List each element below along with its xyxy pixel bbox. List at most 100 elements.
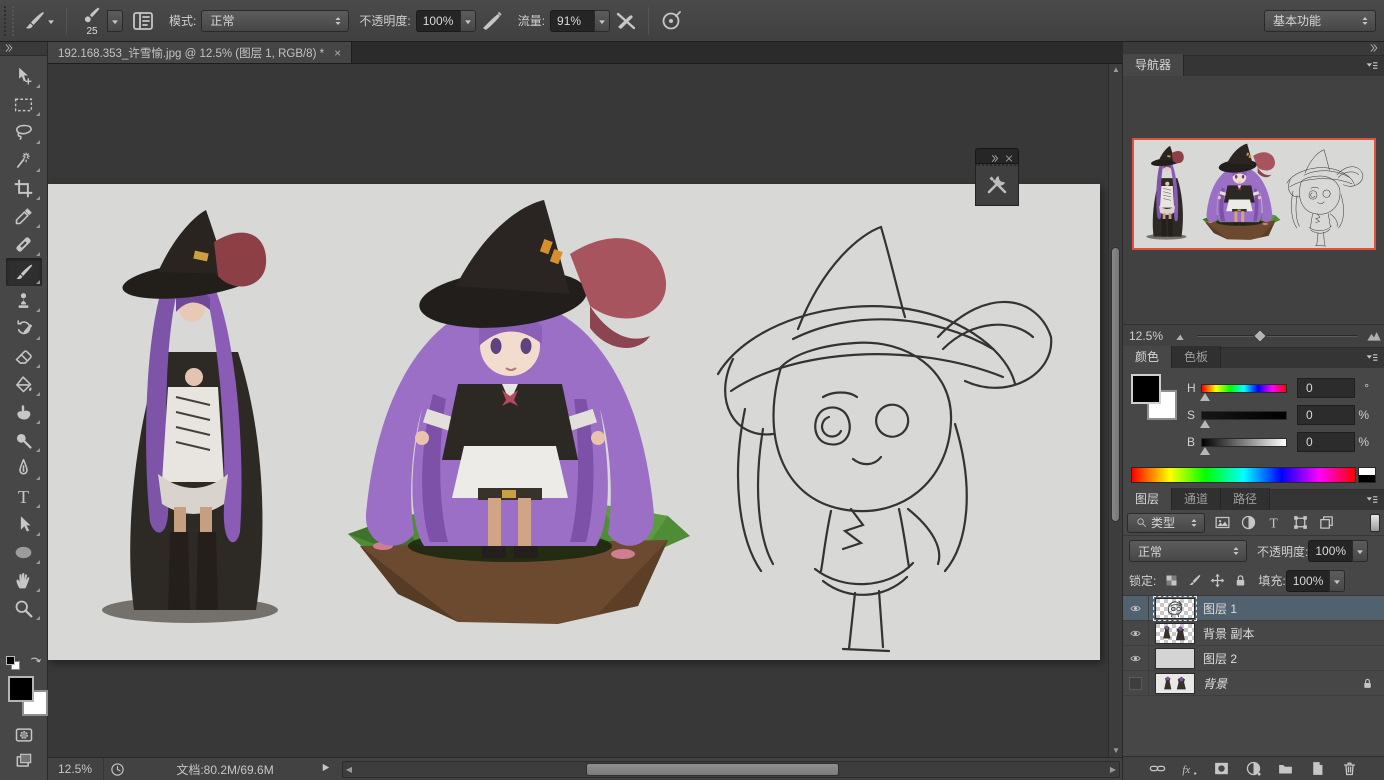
collapse-panel-icon[interactable] <box>990 152 1000 162</box>
layer-name[interactable]: 背景 <box>1203 675 1227 692</box>
layer-name[interactable]: 图层 2 <box>1203 650 1237 667</box>
layer-opacity-dropdown[interactable] <box>1352 540 1369 562</box>
toggle-brush-panel-button[interactable] <box>131 9 155 33</box>
layer-filter-kind-select[interactable]: 类型 <box>1127 512 1205 533</box>
spectrum-bw-swatches[interactable] <box>1358 467 1376 483</box>
type-tool[interactable]: T <box>6 482 42 510</box>
brush-tool[interactable] <box>5 258 42 286</box>
layer-opacity-value[interactable]: 100% <box>1308 540 1353 562</box>
paint-bucket-tool[interactable] <box>6 370 42 398</box>
scroll-left-arrow[interactable]: ◀ <box>343 762 355 777</box>
opacity-control[interactable]: 100% <box>415 9 476 32</box>
filter-smart-objects-icon[interactable] <box>1318 514 1335 531</box>
lock-all-icon[interactable] <box>1233 573 1248 588</box>
lock-position-icon[interactable] <box>1210 573 1225 588</box>
filter-shape-layers-icon[interactable] <box>1292 514 1309 531</box>
saturation-slider[interactable] <box>1200 410 1287 428</box>
eraser-tool[interactable] <box>6 342 42 370</box>
blend-mode-select[interactable]: 正常 <box>201 9 350 32</box>
move-tool[interactable] <box>6 62 42 90</box>
workspace-switcher[interactable]: 基本功能 <box>1264 9 1376 32</box>
brightness-slider[interactable] <box>1200 437 1287 455</box>
flow-dropdown-button[interactable] <box>594 9 611 32</box>
hand-tool[interactable] <box>6 566 42 594</box>
path-selection-tool[interactable] <box>6 510 42 538</box>
slider-thumb[interactable] <box>1200 419 1210 428</box>
layer-blend-mode-select[interactable]: 正常 <box>1129 540 1247 562</box>
filter-pixel-layers-icon[interactable] <box>1214 514 1231 531</box>
status-menu-button[interactable] <box>320 762 340 776</box>
scroll-right-arrow[interactable]: ▶ <box>1107 762 1119 777</box>
clone-stamp-tool[interactable] <box>6 286 42 314</box>
brightness-value-field[interactable]: 0 <box>1297 432 1355 452</box>
history-brush-tool[interactable] <box>6 314 42 342</box>
toolbar-collapse-button[interactable] <box>0 42 47 56</box>
flow-value[interactable]: 91% <box>550 9 595 32</box>
layer-fill-dropdown[interactable] <box>1329 569 1346 592</box>
quick-mask-button[interactable] <box>9 724 39 748</box>
default-foreground-swatch[interactable] <box>6 656 15 665</box>
navigator-zoom-slider[interactable] <box>1197 328 1358 344</box>
layer-row[interactable]: 图层 2 <box>1123 646 1384 671</box>
zoom-tool[interactable] <box>6 594 42 622</box>
layer-row[interactable]: 背景 <box>1123 671 1384 696</box>
panel-menu-icon[interactable] <box>1364 59 1380 72</box>
visibility-eye-icon[interactable] <box>1123 621 1149 645</box>
horizontal-scroll-thumb[interactable] <box>586 762 839 776</box>
status-zoom-field[interactable]: 12.5% <box>48 758 104 780</box>
color-spectrum-ramp[interactable] <box>1131 467 1356 483</box>
close-tab-icon[interactable]: × <box>334 46 341 60</box>
layer-thumbnail[interactable] <box>1153 595 1197 621</box>
layer-fill-control[interactable]: 100% <box>1285 569 1346 592</box>
airbrush-toggle[interactable] <box>614 9 638 33</box>
panel-menu-icon[interactable] <box>1364 351 1380 364</box>
new-layer-button[interactable] <box>1308 760 1327 777</box>
add-layer-mask-button[interactable] <box>1212 760 1231 777</box>
horizontal-scrollbar[interactable]: ◀ ▶ <box>342 760 1120 778</box>
tab-navigator[interactable]: 导航器 <box>1123 54 1185 76</box>
foreground-color-swatch[interactable] <box>1131 374 1161 404</box>
saturation-value-field[interactable]: 0 <box>1297 405 1355 425</box>
opacity-value[interactable]: 100% <box>415 9 460 32</box>
vertical-scrollbar[interactable]: ▲ ▼ <box>1108 64 1122 757</box>
smudge-tool[interactable] <box>6 398 42 426</box>
tablet-opacity-toggle[interactable] <box>480 9 504 33</box>
link-layers-button[interactable] <box>1148 760 1167 777</box>
rectangular-marquee-tool[interactable] <box>6 90 42 118</box>
vertical-scroll-thumb[interactable] <box>1111 247 1120 522</box>
tab-layers[interactable]: 图层 <box>1123 488 1173 510</box>
delete-layer-button[interactable] <box>1340 760 1359 777</box>
swap-colors-icon[interactable] <box>28 656 42 670</box>
pressure-size-toggle[interactable] <box>659 9 683 33</box>
layer-style-button[interactable]: fx <box>1180 760 1199 777</box>
lasso-tool[interactable] <box>6 118 42 146</box>
tab-color[interactable]: 颜色 <box>1123 346 1173 368</box>
visibility-toggle-empty[interactable] <box>1123 671 1149 695</box>
panel-menu-icon[interactable] <box>1364 493 1380 506</box>
layer-name[interactable]: 图层 1 <box>1203 600 1237 617</box>
layer-thumbnail[interactable] <box>1155 672 1195 694</box>
lock-image-pixels-icon[interactable] <box>1187 573 1202 588</box>
layer-filtering-toggle[interactable] <box>1370 513 1380 532</box>
scroll-up-arrow[interactable]: ▲ <box>1109 64 1122 76</box>
tab-channels[interactable]: 通道 <box>1172 488 1222 510</box>
tab-paths[interactable]: 路径 <box>1221 488 1271 510</box>
spot-healing-brush-tool[interactable] <box>6 230 42 258</box>
new-group-button[interactable] <box>1276 760 1295 777</box>
slider-thumb[interactable] <box>1200 446 1210 455</box>
default-colors-control[interactable] <box>6 656 48 674</box>
layer-fill-value[interactable]: 100% <box>1285 569 1330 592</box>
options-bar-grip[interactable] <box>4 5 14 36</box>
new-adjustment-layer-button[interactable] <box>1244 760 1263 777</box>
zoom-slider-thumb[interactable] <box>1252 328 1268 344</box>
layer-opacity-control[interactable]: 100% <box>1308 540 1369 562</box>
navigator-zoom-value[interactable]: 12.5% <box>1123 329 1171 343</box>
slider-thumb[interactable] <box>1200 392 1210 401</box>
pen-tool[interactable] <box>6 454 42 482</box>
tool-preset-picker[interactable] <box>22 9 56 33</box>
close-icon[interactable] <box>1004 152 1014 161</box>
visibility-eye-icon[interactable] <box>1123 596 1149 620</box>
filter-adjustment-layers-icon[interactable] <box>1240 514 1257 531</box>
zoom-in-icon[interactable] <box>1364 328 1384 344</box>
lock-transparent-pixels-icon[interactable] <box>1164 573 1179 588</box>
